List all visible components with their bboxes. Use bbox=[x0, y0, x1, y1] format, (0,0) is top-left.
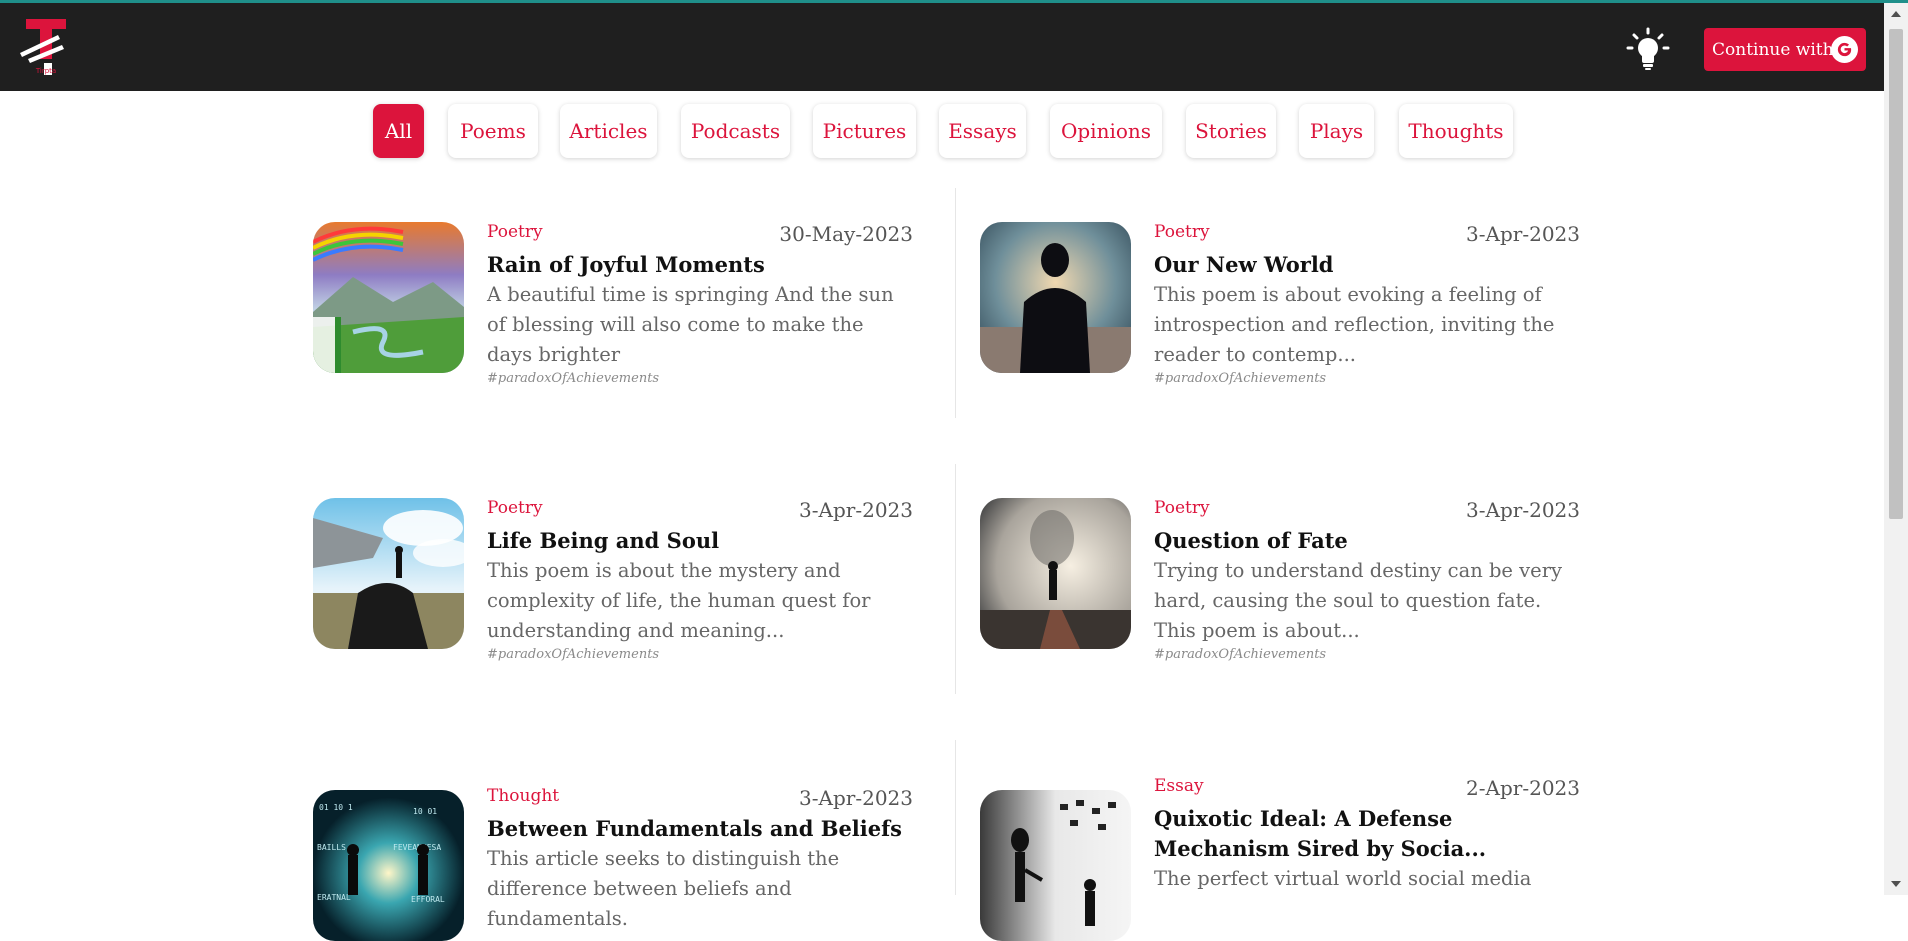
filter-chip-pictures[interactable]: Pictures bbox=[813, 104, 916, 158]
post-tag[interactable]: #paradoxOfAchievements bbox=[487, 647, 659, 662]
code-figures-image[interactable]: 01 10 1 10 01 BAILLS FEVEAMNESA ERATNAL EFF… bbox=[313, 790, 464, 941]
robot-social-media-image[interactable] bbox=[980, 790, 1131, 941]
post-card[interactable]: Essay 2-Apr-2023 Quixotic Ideal: A Defen… bbox=[980, 776, 1580, 941]
post-category[interactable]: Poetry bbox=[487, 222, 543, 242]
post-date: 3-Apr-2023 bbox=[1466, 498, 1580, 522]
post-date: 2-Apr-2023 bbox=[1466, 776, 1580, 800]
post-card[interactable]: 01 10 1 10 01 BAILLS FEVEAMNESA ERATNAL EFF… bbox=[313, 776, 913, 941]
filter-chip-opinions[interactable]: Opinions bbox=[1050, 104, 1162, 158]
post-tag[interactable]: #paradoxOfAchievements bbox=[487, 371, 659, 386]
svg-text:BAILLS: BAILLS bbox=[317, 843, 346, 852]
scrollbar-thumb[interactable] bbox=[1889, 29, 1903, 519]
svg-text:01 10 1: 01 10 1 bbox=[319, 803, 353, 812]
theme-toggle-button[interactable] bbox=[1626, 27, 1670, 71]
post-card[interactable]: Poetry 30-May-2023 Rain of Joyful Moment… bbox=[313, 222, 913, 462]
post-card[interactable]: Poetry 3-Apr-2023 Life Being and Soul Th… bbox=[313, 498, 913, 738]
scroll-up-arrow-icon[interactable] bbox=[1891, 11, 1901, 17]
category-filter-bar: All Poems Articles Podcasts Pictures Ess… bbox=[0, 104, 1884, 160]
svg-text:ERATNAL: ERATNAL bbox=[317, 893, 351, 902]
post-title[interactable]: Rain of Joyful Moments bbox=[487, 250, 913, 280]
filter-chip-all[interactable]: All bbox=[373, 104, 424, 158]
post-excerpt: This poem is about the mystery and compl… bbox=[487, 559, 871, 642]
rainbow-valley-image[interactable] bbox=[313, 222, 464, 373]
filter-chip-essays[interactable]: Essays bbox=[939, 104, 1026, 158]
post-title[interactable]: Between Fundamentals and Beliefs bbox=[487, 814, 913, 844]
svg-text:10 01: 10 01 bbox=[413, 807, 437, 816]
post-excerpt: A beautiful time is springing And the su… bbox=[487, 283, 894, 366]
scroll-down-arrow-icon[interactable] bbox=[1891, 881, 1901, 887]
column-divider bbox=[955, 464, 956, 694]
post-category[interactable]: Poetry bbox=[1154, 222, 1210, 242]
post-card[interactable]: Poetry 3-Apr-2023 Our New World This poe… bbox=[980, 222, 1580, 462]
navbar: Tirpta Continue with bbox=[0, 3, 1884, 91]
logo-text: Tirpta bbox=[35, 67, 56, 75]
logo-mark-icon: Tirpta bbox=[20, 19, 66, 75]
post-title[interactable]: Our New World bbox=[1154, 250, 1580, 280]
post-category[interactable]: Essay bbox=[1154, 776, 1204, 796]
misty-path-image[interactable] bbox=[980, 498, 1131, 649]
filter-chip-plays[interactable]: Plays bbox=[1299, 104, 1374, 158]
post-excerpt: This poem is about evoking a feeling of … bbox=[1154, 283, 1555, 366]
post-excerpt: This article seeks to distinguish the di… bbox=[487, 847, 840, 930]
post-card[interactable]: Poetry 3-Apr-2023 Question of Fate Tryin… bbox=[980, 498, 1580, 738]
post-category[interactable]: Poetry bbox=[487, 498, 543, 518]
page-scrollbar[interactable] bbox=[1884, 3, 1908, 895]
man-on-rock-image[interactable] bbox=[313, 498, 464, 649]
post-title[interactable]: Quixotic Ideal: A Defense Mechanism Sire… bbox=[1154, 804, 1580, 864]
post-category[interactable]: Poetry bbox=[1154, 498, 1210, 518]
post-title[interactable]: Question of Fate bbox=[1154, 526, 1580, 556]
post-tag[interactable]: #paradoxOfAchievements bbox=[1154, 371, 1326, 386]
column-divider bbox=[955, 740, 956, 895]
filter-chip-podcasts[interactable]: Podcasts bbox=[681, 104, 790, 158]
filter-chip-stories[interactable]: Stories bbox=[1186, 104, 1276, 158]
post-date: 30-May-2023 bbox=[779, 222, 913, 246]
post-date: 3-Apr-2023 bbox=[1466, 222, 1580, 246]
post-date: 3-Apr-2023 bbox=[799, 786, 913, 810]
column-divider bbox=[955, 188, 956, 418]
filter-chip-articles[interactable]: Articles bbox=[560, 104, 657, 158]
post-date: 3-Apr-2023 bbox=[799, 498, 913, 522]
continue-label: Continue with bbox=[1712, 39, 1834, 60]
google-g-icon bbox=[1831, 36, 1858, 63]
lightbulb-icon bbox=[1626, 27, 1670, 70]
silhouette-horizon-image[interactable] bbox=[980, 222, 1131, 373]
svg-text:EFFORAL: EFFORAL bbox=[411, 895, 445, 904]
filter-chip-poems[interactable]: Poems bbox=[448, 104, 538, 158]
post-excerpt: Trying to understand destiny can be very… bbox=[1154, 559, 1563, 642]
continue-with-google-button[interactable]: Continue with bbox=[1704, 28, 1866, 71]
post-excerpt: The perfect virtual world social media bbox=[1154, 867, 1532, 890]
logo[interactable]: Tirpta bbox=[18, 19, 74, 75]
post-category[interactable]: Thought bbox=[487, 786, 559, 806]
post-tag[interactable]: #paradoxOfAchievements bbox=[1154, 647, 1326, 662]
post-title[interactable]: Life Being and Soul bbox=[487, 526, 913, 556]
filter-chip-thoughts[interactable]: Thoughts bbox=[1399, 104, 1513, 158]
